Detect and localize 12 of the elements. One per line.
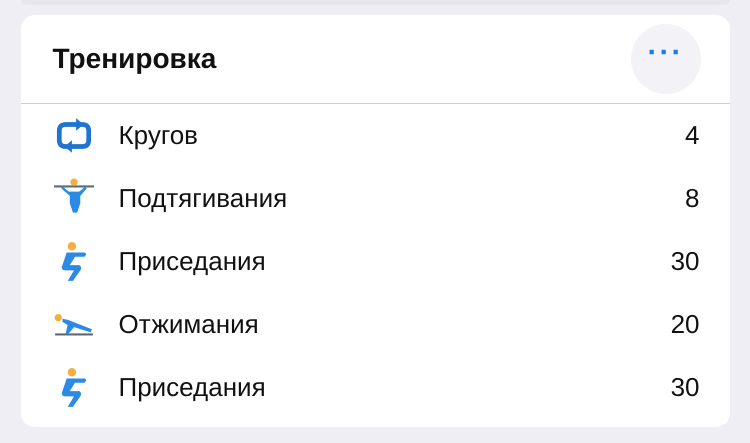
more-button[interactable]: ··· xyxy=(630,24,700,94)
exercise-name: Приседания xyxy=(118,372,267,403)
exercise-name: Подтягивания xyxy=(118,183,288,214)
exercise-name: Отжимания xyxy=(118,309,260,340)
exercise-name: Кругов xyxy=(118,120,199,151)
exercise-count: 8 xyxy=(685,183,700,214)
card-title: Тренировка xyxy=(52,43,216,75)
exercise-count: 30 xyxy=(670,246,700,277)
exercise-count: 4 xyxy=(685,120,700,151)
exercise-name: Приседания xyxy=(118,246,267,277)
exercise-count: 20 xyxy=(670,309,700,340)
exercise-count: 30 xyxy=(670,372,700,403)
